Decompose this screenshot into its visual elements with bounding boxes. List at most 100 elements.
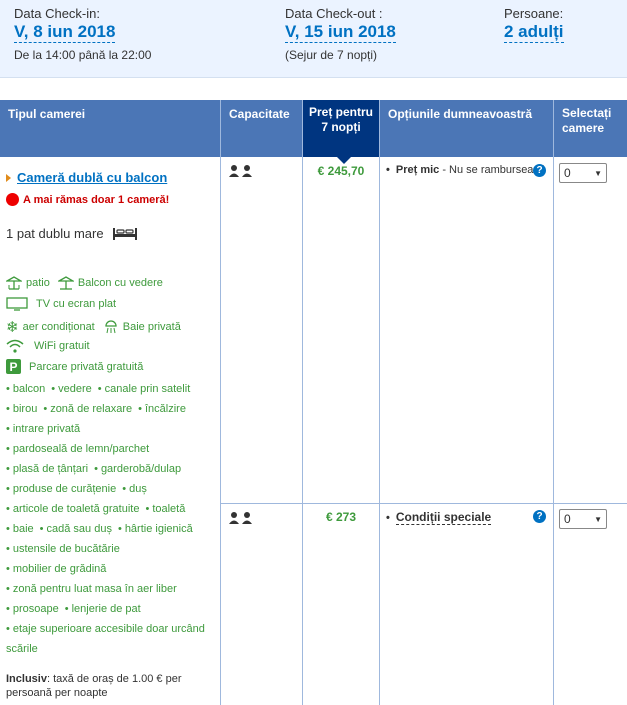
header-options: Opțiunile dumneavoastră xyxy=(380,100,554,157)
bullet-icon: • xyxy=(6,503,10,515)
amenity-row: • plasă de țânțari • garderobă/dulap xyxy=(6,463,187,475)
patio-icon xyxy=(6,276,22,290)
facility-label: Parcare privată gratuită xyxy=(29,360,144,373)
guests-link[interactable]: 2 adulți xyxy=(504,22,564,43)
guests-label: Persoane: xyxy=(504,6,564,21)
amenity-row: • etaje superioare accesibile doar urcând xyxy=(6,623,211,635)
option-title: Preț mic xyxy=(395,164,440,176)
amenity-row: • prosoape • lenjerie de pat xyxy=(6,603,147,615)
facility-label: WiFi gratuit xyxy=(34,340,90,352)
amenity-item: canale prin satelit xyxy=(104,383,191,395)
facility-row: TV cu ecran plat xyxy=(6,297,220,311)
facility-label: TV cu ecran plat xyxy=(36,298,117,310)
amenity-item: vedere xyxy=(58,383,92,395)
offer-price: € 245,70 xyxy=(317,164,365,178)
offer-option: • Condiții speciale xyxy=(386,510,492,525)
amenity-row: • intrare privată xyxy=(6,423,86,435)
bullet-icon: • xyxy=(43,403,48,415)
facility-label: Balcon cu vedere xyxy=(77,277,163,289)
amenity-item: zonă pentru luat masa în aer liber xyxy=(12,583,177,595)
amenity-item: ustensile de bucătărie xyxy=(12,543,120,555)
amenity-item: duș xyxy=(129,483,147,495)
checkout-date-link[interactable]: V, 15 iun 2018 xyxy=(285,22,396,43)
offer-option: • Preț mic - Nu se rambursează xyxy=(386,164,546,176)
amenity-row: • articole de toaletă gratuite • toaletă xyxy=(6,503,191,515)
amenity-row: • zonă pentru luat masa în aer liber xyxy=(6,583,183,595)
header-select: Selectați camere xyxy=(562,106,612,135)
amenity-row: • produse de curățenie • duș xyxy=(6,483,153,495)
column-divider xyxy=(553,157,554,705)
bullet-icon: • xyxy=(6,443,10,455)
amenity-item: cadă sau duș xyxy=(46,523,112,535)
help-icon[interactable]: ? xyxy=(533,510,546,523)
amenity-item: produse de curățenie xyxy=(12,483,117,495)
bullet-icon: • xyxy=(6,423,10,435)
parking-icon: P xyxy=(6,359,21,374)
checkout-label: Data Check-out : xyxy=(285,6,383,21)
amenity-row: • mobilier de grădină xyxy=(6,563,112,575)
amenity-item: balcon xyxy=(12,383,46,395)
table-header: Tipul camerei Capacitate Preț pentru 7 n… xyxy=(0,100,627,164)
checkin-date-link[interactable]: V, 8 iun 2018 xyxy=(14,22,116,43)
chevron-down-icon: ▼ xyxy=(594,168,602,178)
help-icon[interactable]: ? xyxy=(533,164,546,177)
amenity-row: • ustensile de bucătărie xyxy=(6,543,126,555)
facility-label: patio xyxy=(26,277,50,289)
included-tax-note: Inclusiv: taxă de oraș de 1.00 € per per… xyxy=(6,672,218,700)
two-persons-icon xyxy=(229,512,252,524)
bullet-icon: • xyxy=(6,543,10,555)
facility-row: ❄ aer condiționat Baie privată xyxy=(6,318,220,336)
room-info: Cameră dublă cu balcon A mai rămas doar … xyxy=(6,170,218,241)
capacity-persons xyxy=(228,164,254,178)
amenity-item: zonă de relaxare xyxy=(50,403,133,415)
amenity-item: lenjerie de pat xyxy=(71,603,141,615)
shower-icon xyxy=(103,320,119,334)
row-divider xyxy=(221,503,627,504)
column-divider xyxy=(302,157,303,705)
amenity-item: baie xyxy=(12,523,34,535)
room-name-link[interactable]: Cameră dublă cu balcon xyxy=(17,170,167,185)
double-bed-icon xyxy=(112,227,137,240)
bullet-icon: • xyxy=(6,463,10,475)
bed-info: 1 pat dublu mare xyxy=(6,226,218,241)
room-count-select[interactable]: 0 ▼ xyxy=(559,509,607,529)
amenity-item: mobilier de grădină xyxy=(12,563,107,575)
amenity-item: hârtie igienică xyxy=(124,523,193,535)
amenity-item: încălzire xyxy=(145,403,186,415)
checkin-block: Data Check-in: V, 8 iun 2018 De la 14:00… xyxy=(14,6,151,62)
amenity-row: • birou • zonă de relaxare • încălzire xyxy=(6,403,192,415)
chevron-down-icon: ▼ xyxy=(594,514,602,524)
included-label: Inclusiv xyxy=(6,673,47,685)
bullet-icon: • xyxy=(138,403,142,415)
amenity-row: • balcon • vedere • canale prin satelit xyxy=(6,383,196,395)
bullet-icon: • xyxy=(6,523,10,535)
amenity-row: scările xyxy=(6,643,44,655)
facility-label: Baie privată xyxy=(122,321,181,333)
checkin-time: De la 14:00 până la 22:00 xyxy=(14,48,152,62)
facility-row: P Parcare privată gratuită xyxy=(6,359,220,374)
expand-arrow-icon xyxy=(6,173,11,182)
amenity-item: etaje superioare accesibile doar urcând xyxy=(12,623,205,635)
scarcity-badge: A mai rămas doar 1 cameră! xyxy=(6,193,218,206)
room-title[interactable]: Cameră dublă cu balcon xyxy=(6,170,218,185)
facility-row: patio Balcon cu vedere xyxy=(6,276,220,290)
amenity-item: plasă de țânțari xyxy=(12,463,89,475)
amenity-item: toaletă xyxy=(152,503,186,515)
header-price: Preț pentru 7 nopți xyxy=(303,100,380,164)
special-conditions-link[interactable]: Condiții speciale xyxy=(395,510,492,525)
bullet-icon: • xyxy=(64,603,69,615)
checkin-label: Data Check-in: xyxy=(14,6,100,21)
amenity-item: birou xyxy=(12,403,38,415)
offer-price: € 273 xyxy=(325,510,357,524)
bullet-icon: • xyxy=(6,563,10,575)
select-value: 0 xyxy=(564,512,571,526)
checkout-block: Data Check-out : V, 15 iun 2018 (Sejur d… xyxy=(285,6,396,62)
column-divider xyxy=(220,157,221,705)
column-divider xyxy=(379,157,380,705)
balcony-icon xyxy=(57,276,74,290)
amenity-item: prosoape xyxy=(12,603,59,615)
room-count-select[interactable]: 0 ▼ xyxy=(559,163,607,183)
bullet-icon: • xyxy=(6,623,10,635)
stay-summary: Data Check-in: V, 8 iun 2018 De la 14:00… xyxy=(0,0,627,78)
facility-row: WiFi gratuit xyxy=(6,338,220,354)
